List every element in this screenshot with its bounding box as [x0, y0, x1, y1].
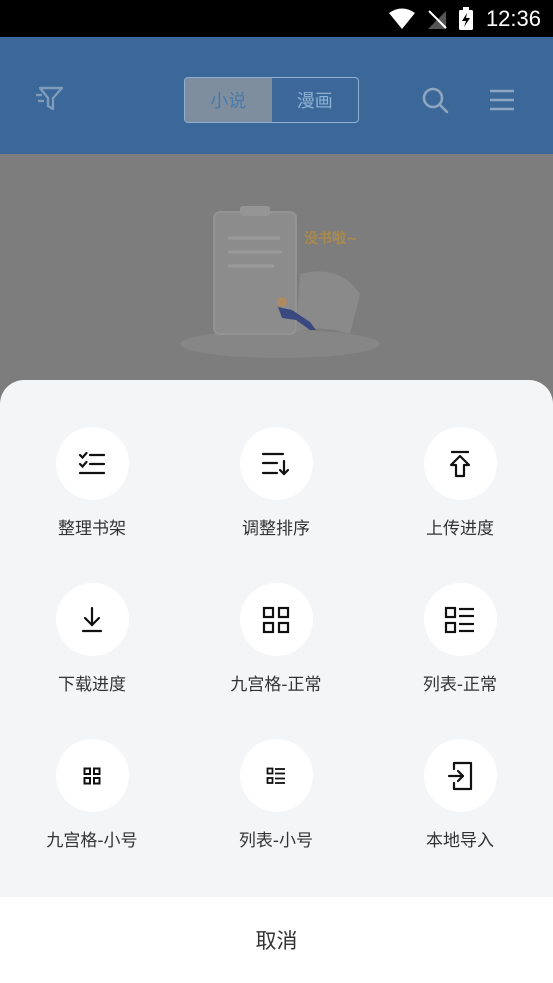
menu-icon[interactable] — [488, 87, 516, 113]
download-icon — [80, 606, 104, 634]
grid-icon — [262, 606, 290, 634]
status-bar: 12:36 — [0, 0, 553, 37]
option-upload-progress[interactable]: 上传进度 — [368, 427, 552, 583]
checklist-icon — [78, 451, 106, 477]
status-time: 12:36 — [485, 6, 541, 31]
sort-icon — [261, 451, 291, 477]
option-list-normal[interactable]: 列表-正常 — [368, 583, 552, 739]
wifi-icon — [388, 8, 416, 30]
cancel-button[interactable]: 取消 — [0, 897, 553, 983]
search-icon[interactable] — [420, 85, 450, 115]
option-label: 调整排序 — [242, 519, 310, 539]
option-icon-circle — [55, 739, 129, 812]
list-small-icon — [266, 767, 286, 785]
list-icon — [444, 606, 476, 634]
option-label: 列表-小号 — [238, 831, 314, 851]
empty-state-text: 没书啦~ — [304, 231, 358, 247]
option-label: 九宫格-小号 — [46, 831, 138, 851]
tab-novel[interactable]: 小说 — [185, 78, 272, 122]
option-grid-normal[interactable]: 九宫格-正常 — [184, 583, 368, 739]
bookshelf-options-sheet: 整理书架 调整排序 上传进度 下载进度 九宫格-正常 列表-正常 九宫格-小号 … — [0, 380, 553, 897]
tab-comic[interactable]: 漫画 — [272, 78, 359, 122]
cancel-label: 取消 — [255, 929, 298, 953]
option-label: 上传进度 — [426, 519, 494, 539]
filter-icon[interactable] — [34, 85, 66, 113]
option-icon-circle — [55, 583, 129, 656]
options-grid: 整理书架 调整排序 上传进度 下载进度 九宫格-正常 列表-正常 九宫格-小号 … — [0, 427, 553, 895]
app-bar: 小说 漫画 — [0, 37, 553, 154]
option-icon-circle — [423, 583, 497, 656]
option-label: 列表-正常 — [422, 675, 498, 695]
battery-charging-icon — [458, 7, 474, 31]
import-icon — [447, 761, 473, 791]
option-label: 九宫格-正常 — [230, 675, 322, 695]
grid-small-icon — [83, 767, 101, 785]
option-icon-circle — [239, 583, 313, 656]
option-icon-circle — [55, 427, 129, 500]
category-tabs: 小说 漫画 — [184, 77, 359, 123]
option-icon-circle — [239, 739, 313, 812]
upload-icon — [448, 450, 472, 478]
option-list-small[interactable]: 列表-小号 — [184, 739, 368, 895]
option-icon-circle — [423, 739, 497, 812]
option-organize-shelf[interactable]: 整理书架 — [0, 427, 184, 583]
bookshelf-content: 没书啦~ — [0, 154, 553, 414]
option-local-import[interactable]: 本地导入 — [368, 739, 552, 895]
option-label: 本地导入 — [426, 831, 494, 851]
option-grid-small[interactable]: 九宫格-小号 — [0, 739, 184, 895]
option-icon-circle — [423, 427, 497, 500]
option-adjust-sort[interactable]: 调整排序 — [184, 427, 368, 583]
no-signal-icon — [426, 8, 448, 30]
option-download-progress[interactable]: 下载进度 — [0, 583, 184, 739]
option-label: 下载进度 — [58, 675, 126, 695]
option-label: 整理书架 — [58, 519, 126, 539]
option-icon-circle — [239, 427, 313, 500]
